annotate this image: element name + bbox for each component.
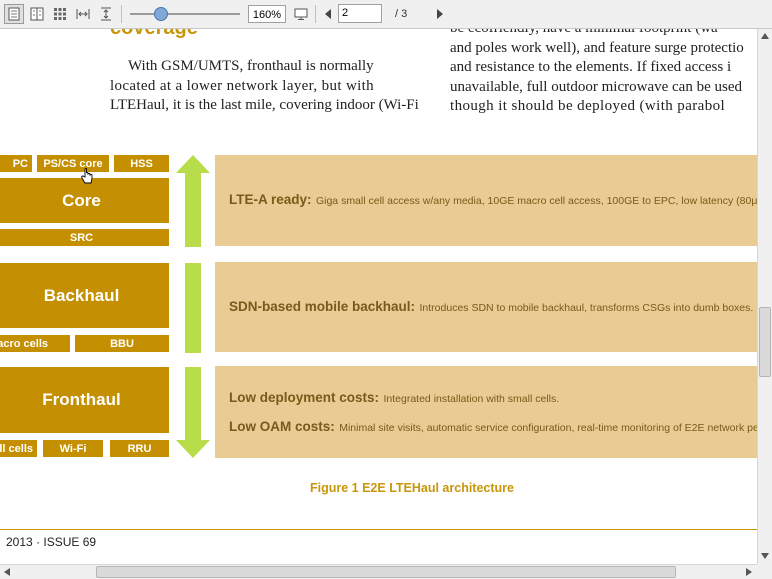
backhaul-item-macro: Macro cells [0,335,70,352]
presentation-mode-icon[interactable] [291,4,311,24]
scrollbar-corner [757,564,772,579]
footer-rule [0,529,757,530]
fronthaul-block: Fronthaul [0,367,169,433]
horizontal-scroll-thumb[interactable] [96,566,676,578]
hand-cursor-icon [81,168,93,184]
backhaul-panel-text: Introduces SDN to mobile backhaul, trans… [419,302,754,314]
fronthaul-panel-heading: Low OAM costs: [229,419,335,434]
toolbar-separator [121,5,122,23]
body-text-line: though it should be deployed (with parab… [450,98,726,114]
body-text-line: and poles work well), and feature surge … [450,39,744,56]
fit-width-icon[interactable] [73,4,93,24]
up-arrow-icon [176,155,210,247]
previous-page-icon[interactable] [318,4,338,24]
body-text-line: unavailable, full outdoor microwave can … [450,78,742,95]
fronthaul-panel-text: Integrated installation with small cells… [383,393,560,405]
page-footer: 2013 · ISSUE 69 [6,535,97,549]
vertical-scrollbar[interactable] [757,29,772,564]
scroll-left-icon[interactable] [4,568,10,576]
core-item-src: SRC [0,229,169,246]
horizontal-scrollbar[interactable] [0,564,757,579]
core-item-epc: PC [0,155,32,172]
vertical-bar-icon [185,263,201,353]
page-number-input[interactable]: 2 [338,4,382,23]
core-panel-text: Giga small cell access w/any media, 10GE… [315,195,757,207]
core-panel-heading: LTE-A ready: [229,192,312,207]
zoom-slider-thumb[interactable] [154,7,168,21]
core-item-pscs: PS/CS core [37,155,109,172]
scroll-down-icon[interactable] [761,553,769,559]
fronthaul-item-rru: RRU [110,440,169,457]
page-total-label: / 3 [395,8,408,20]
zoom-slider-track[interactable] [130,13,240,15]
backhaul-panel-line: SDN-based mobile backhaul: Introduces SD… [229,298,753,316]
backhaul-panel-heading: SDN-based mobile backhaul: [229,299,416,314]
fit-height-icon[interactable] [96,4,116,24]
scroll-right-icon[interactable] [746,568,752,576]
fronthaul-panel-line: Low OAM costs: Minimal site visits, auto… [229,418,757,436]
down-arrow-icon [176,367,210,458]
zoom-level-field[interactable]: 160% [248,5,286,23]
backhaul-panel: SDN-based mobile backhaul: Introduces SD… [215,262,757,352]
core-panel-line: LTE-A ready: Giga small cell access w/an… [229,191,757,209]
fronthaul-panel-heading: Low deployment costs: [229,390,380,405]
core-item-hss: HSS [114,155,169,172]
fronthaul-panel: Low deployment costs: Integrated install… [215,366,757,458]
fronthaul-item-small-cells: Small cells [0,440,37,457]
scroll-up-icon[interactable] [761,33,769,39]
backhaul-item-bbu: BBU [75,335,169,352]
section-heading: coverage [110,29,198,40]
single-page-icon[interactable] [4,4,24,24]
fronthaul-item-wifi: Wi-Fi [43,440,103,457]
fronthaul-panel-text: Minimal site visits, automatic service c… [339,422,757,434]
backhaul-block: Backhaul [0,263,169,328]
body-text-line: With GSM/UMTS, fronthaul is normally [128,58,374,74]
body-text-line: located at a lower network layer, but wi… [110,77,375,94]
next-page-icon[interactable] [430,4,450,24]
body-text-line: and resistance to the elements. If fixed… [450,59,732,75]
toolbar: 160% 2 / 3 [0,0,772,29]
vertical-scroll-thumb[interactable] [759,307,771,377]
toolbar-separator [315,5,316,23]
document-viewport[interactable]: coverage With GSM/UMTS, fronthaul is nor… [0,29,757,564]
thumbnail-grid-icon[interactable] [50,4,70,24]
body-text-line: be ecofriendly, have a minimal footprint… [450,29,718,39]
continuous-page-icon[interactable] [27,4,47,24]
body-text-line: LTEHaul, it is the last mile, covering i… [110,97,419,113]
figure-caption: Figure 1 E2E LTEHaul architecture [310,481,514,495]
fronthaul-panel-line: Low deployment costs: Integrated install… [229,389,559,407]
core-panel: LTE-A ready: Giga small cell access w/an… [215,155,757,246]
